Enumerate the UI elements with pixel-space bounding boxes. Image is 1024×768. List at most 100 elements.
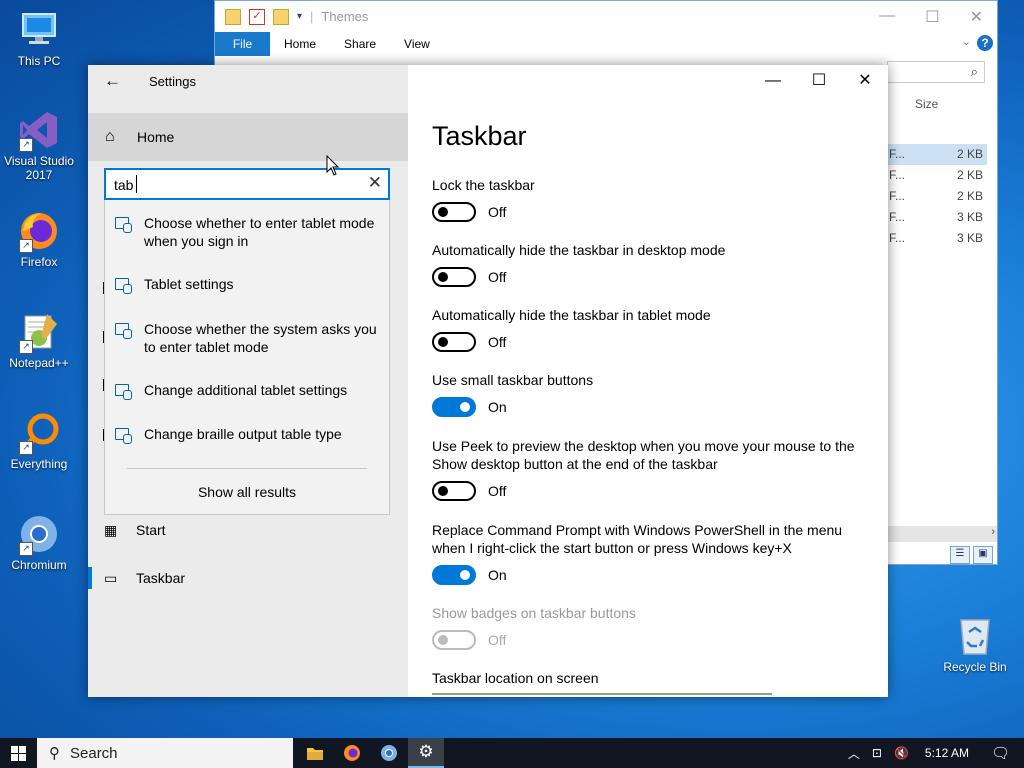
volume-muted-icon[interactable]: 🔇	[894, 746, 909, 760]
close-icon[interactable]: ✕	[842, 71, 888, 91]
toggle-row: Off	[432, 481, 872, 501]
ribbon-tab-view[interactable]: View	[404, 37, 430, 51]
taskbar-settings[interactable]: ⚙	[408, 738, 444, 768]
minimize-icon[interactable]: —	[750, 71, 796, 91]
new-folder-icon[interactable]	[273, 8, 289, 25]
toggle-state: Off	[488, 334, 507, 350]
setting-label: Automatically hide the taskbar in deskto…	[432, 242, 726, 258]
desktop-icon-notepadpp[interactable]: ↗ Notepad++	[1, 310, 77, 370]
network-icon[interactable]: ⊡	[872, 746, 882, 760]
clear-search-icon[interactable]: ✕	[368, 173, 382, 193]
suggestion-item[interactable]: Choose whether to enter tablet mode when…	[105, 214, 389, 250]
setting-autohide-tablet: Automatically hide the taskbar in tablet…	[432, 306, 872, 352]
suggestion-divider	[127, 468, 367, 469]
shortcut-arrow-icon: ↗	[19, 542, 33, 556]
file-row[interactable]: F... 3 KB	[887, 228, 987, 249]
settings-search-box[interactable]: ✕	[104, 168, 390, 200]
taskbar-firefox[interactable]	[334, 738, 370, 768]
settings-content-pane: — ☐ ✕ Taskbar Lock the taskbar Off Autom…	[408, 65, 888, 697]
desktop-icon-recycle-bin[interactable]: Recycle Bin	[937, 614, 1013, 674]
desktop-icon-visual-studio[interactable]: ↗ Visual Studio 2017	[1, 108, 77, 182]
ribbon-expand-icon[interactable]: ⌄	[962, 35, 971, 48]
location-dropdown[interactable]	[432, 693, 772, 697]
setting-label: Replace Command Prompt with Windows Powe…	[432, 522, 843, 556]
minimize-icon[interactable]: —	[879, 7, 895, 27]
desktop-icon-chromium[interactable]: ↗ Chromium	[1, 512, 77, 572]
gear-icon: ⚙	[418, 742, 434, 761]
toggle-state: Off	[488, 632, 507, 648]
clock[interactable]: 5:12 AM	[925, 746, 969, 760]
toggle-switch[interactable]	[432, 565, 476, 585]
taskbar: ⚲ Search ⚙ ︿ ⊡ 🔇 5:12 AM 🗨	[0, 738, 1024, 768]
show-all-results-link[interactable]: Show all results	[105, 484, 389, 500]
large-icons-view-icon[interactable]: ▣	[973, 546, 993, 564]
chevron-up-icon[interactable]: ︿	[848, 745, 860, 762]
ribbon-tab-share[interactable]: Share	[344, 37, 376, 51]
scroll-right-icon[interactable]: ›	[991, 526, 995, 538]
help-icon[interactable]: ?	[977, 35, 993, 51]
monitor-icon	[17, 8, 61, 52]
text-caret	[136, 175, 137, 193]
toggle-switch[interactable]	[432, 202, 476, 222]
nav-item-start[interactable]: ▦ Start	[88, 513, 408, 547]
explorer-title: Themes	[321, 9, 369, 24]
setting-label: Taskbar location on screen	[432, 670, 599, 686]
braille-icon	[115, 428, 133, 444]
desktop-icon-firefox[interactable]: ↗ Firefox	[1, 209, 77, 269]
column-header-size[interactable]: Size	[915, 97, 938, 111]
settings-nav-pane: ← Settings ⌂ Home ▦ Start ▭ Taskbar ✕ Ch…	[88, 65, 408, 697]
file-row[interactable]: F... 2 KB	[887, 144, 987, 165]
qat-dropdown-icon[interactable]: ▾	[297, 11, 302, 22]
suggestion-item[interactable]: Tablet settings	[105, 275, 389, 294]
suggestion-item[interactable]: Change additional tablet settings	[105, 381, 389, 400]
close-icon[interactable]: ✕	[970, 7, 983, 27]
setting-label: Show badges on taskbar buttons	[432, 605, 636, 621]
back-arrow-icon[interactable]: ←	[104, 71, 121, 91]
horizontal-scrollbar[interactable]: ›	[887, 526, 997, 542]
search-icon: ⌕	[970, 64, 978, 79]
settings-search-input[interactable]	[114, 175, 354, 195]
desktop-icon-this-pc[interactable]: This PC	[1, 8, 77, 68]
nav-item-taskbar[interactable]: ▭ Taskbar	[88, 561, 408, 595]
toggle-switch[interactable]	[432, 332, 476, 352]
system-tray: ︿ ⊡ 🔇 5:12 AM 🗨	[842, 738, 1024, 768]
file-row[interactable]: F... 2 KB	[887, 186, 987, 207]
shortcut-arrow-icon: ↗	[19, 340, 33, 354]
toggle-switch[interactable]	[432, 397, 476, 417]
toggle-row: Off	[432, 202, 872, 222]
view-switcher: ☰ ▣	[950, 546, 993, 564]
ribbon-tab-home[interactable]: Home	[284, 37, 316, 51]
nav-item-label: Start	[136, 522, 166, 538]
desktop-icon-label: Everything	[10, 457, 68, 471]
desktop-icon-everything[interactable]: ↗ Everything	[1, 411, 77, 471]
toggle-row: On	[432, 565, 872, 585]
notifications-icon[interactable]: 🗨	[991, 744, 1010, 762]
details-view-icon[interactable]: ☰	[950, 546, 970, 564]
taskbar-file-explorer[interactable]	[297, 738, 333, 768]
file-row[interactable]: F... 3 KB	[887, 207, 987, 228]
explorer-window-controls: — ☐ ✕	[879, 7, 983, 27]
nav-home[interactable]: ⌂ Home	[88, 113, 408, 161]
ribbon-tab-file[interactable]: File	[215, 32, 270, 56]
taskbar-chromium[interactable]	[371, 738, 407, 768]
windows-logo-icon	[19, 746, 26, 753]
suggestion-item[interactable]: Change braille output table type	[105, 425, 389, 444]
toggle-state: Off	[488, 204, 507, 220]
file-list: F... 2 KB F... 2 KB F... 2 KB F... 3 KB F...…	[887, 144, 987, 249]
file-row[interactable]: F... 2 KB	[887, 165, 987, 186]
start-button[interactable]	[0, 738, 36, 768]
suggestion-label: Tablet settings	[144, 276, 234, 292]
taskbar-search-box[interactable]: ⚲ Search	[37, 738, 293, 768]
desktop-icon-label: Notepad++	[9, 356, 69, 370]
toggle-switch[interactable]	[432, 481, 476, 501]
maximize-icon[interactable]: ☐	[925, 7, 939, 27]
toggle-switch[interactable]	[432, 267, 476, 287]
setting-label: Automatically hide the taskbar in tablet…	[432, 307, 711, 323]
properties-icon[interactable]: ✓	[249, 8, 265, 25]
suggestion-item[interactable]: Choose whether the system asks you to en…	[105, 320, 389, 356]
toggle-row: Off	[432, 332, 872, 352]
maximize-icon[interactable]: ☐	[796, 71, 842, 91]
explorer-search-box[interactable]: ⌕	[887, 61, 985, 83]
home-icon: ⌂	[105, 128, 115, 145]
setting-label: Use small taskbar buttons	[432, 372, 594, 388]
